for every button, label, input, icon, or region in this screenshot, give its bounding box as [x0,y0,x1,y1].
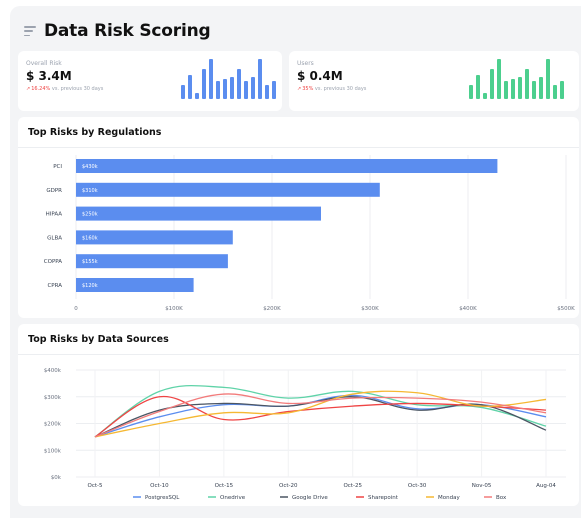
y-category-label: HIPAA [46,212,63,218]
legend-label: Google Drive [292,495,328,501]
sparkbar [490,69,494,99]
data-sources-card: Top Risks by Data Sources $0k $100k $200k $… [18,324,579,506]
legend-label: PostgresSQL [145,495,180,501]
kpi-change: ↗35% vs. previous 30 days [297,86,366,92]
kpi-delta: 35% [302,86,314,92]
bar-data-label: $155k [82,259,98,265]
page-title: Data Risk Scoring [44,21,211,41]
bar [76,206,321,221]
bar [76,159,498,173]
sparkbar [560,81,564,99]
y-tick-label: $0k [51,475,62,481]
x-tick-label: $300K [361,306,379,312]
x-tick-label: $400K [459,306,477,312]
x-tick-label: Oct-5 [88,483,103,489]
x-tick-label: Oct-15 [215,483,234,489]
menu-icon[interactable] [24,26,36,36]
header: Data Risk Scoring [24,20,211,42]
sparkbar [525,69,529,99]
sparkbar [476,75,480,99]
series-line [94,384,547,438]
legend-label: Onedrive [220,495,246,501]
series-line [94,390,547,438]
sparkbar [532,81,536,99]
y-category-label: GLBA [47,235,62,241]
y-tick-label: $400k [44,368,62,374]
x-tick-label: $200K [263,306,281,312]
sparkbar [223,79,227,99]
sparkbar [265,85,269,99]
sparkbar [504,81,508,99]
sparkbar [251,77,255,99]
x-tick-label: Oct-20 [279,483,298,489]
kpi-label: Overall Risk [26,60,62,67]
sparkbar [518,77,522,99]
x-tick-label: Oct-25 [343,483,362,489]
x-tick-label: Aug-04 [536,483,556,489]
sparkbar [209,59,213,99]
bar-data-label: $310k [82,188,98,194]
regulations-chart: 0 $100K $200K $300K $400K $500K PCI $430k GDPR $3… [44,155,575,312]
sparkbar [539,77,543,99]
kpi-card-overall-risk: Overall Risk $ 3.4M ↗16.24% vs. previous… [18,51,282,111]
bar-data-label: $250k [82,212,98,218]
sparkbar [546,59,550,99]
sparkbar [195,93,199,99]
sparkbar [258,59,262,99]
x-tick-label: Oct-30 [408,483,427,489]
kpi-value: $ 0.4M [297,69,343,83]
dashboard: Data Risk Scoring Overall Risk $ 3.4M ↗1… [10,6,581,518]
legend-label: Monday [438,495,460,501]
y-tick-label: $100k [44,448,62,454]
bar-data-label: $430k [82,164,98,170]
y-tick-label: $300k [44,395,62,401]
trend-up-icon: ↗ [26,86,31,92]
sparkbar [216,81,220,99]
legend-label: Box [496,495,507,501]
x-tick-label: Oct-10 [150,483,169,489]
series-line [94,396,547,438]
bar-data-label: $160k [82,235,98,241]
regulations-card: Top Risks by Regulations 0 $100K $200K $300… [18,117,579,318]
kpi-delta: 16.24% [31,86,51,92]
sparkbar [237,69,241,99]
sparkbar [483,93,487,99]
sparkbar [272,81,276,99]
bar-data-label: $120k [82,283,98,289]
sparkbar [202,69,206,99]
kpi-value: $ 3.4M [26,69,72,83]
kpi-card-users: Users $ 0.4M ↗35% vs. previous 30 days [289,51,579,111]
kpi-delta-suffix: vs. previous 30 days [51,86,104,92]
sparkbar [188,75,192,99]
data-sources-chart: $0k $100k $200k $300k $400k Oct-5 Oct-10 Oct-15… [44,368,566,501]
kpi-sparkbars [181,59,276,99]
bar [76,230,233,245]
legend-label: Sharepoint [368,495,399,501]
kpi-delta-suffix: vs. previous 30 days [314,86,367,92]
sparkbar [469,85,473,99]
sparkbar [230,77,234,99]
bar [76,254,228,269]
y-category-label: CPRA [47,283,62,289]
sparkbar [244,81,248,99]
x-tick-label: $100K [165,306,183,312]
sparkbar [497,59,501,99]
y-category-label: GDPR [46,188,62,194]
y-category-label: PCI [53,164,62,170]
y-category-label: COPPA [44,259,62,265]
kpi-change: ↗16.24% vs. previous 30 days [26,86,103,92]
trend-up-icon: ↗ [297,86,302,92]
x-tick-label: 0 [74,306,78,312]
kpi-label: Users [297,60,314,67]
y-tick-label: $200k [44,422,62,428]
kpi-sparkbars [469,59,564,99]
bar [76,182,380,197]
sparkbar [553,85,557,99]
x-tick-label: $500K [557,306,575,312]
sparkbar [511,79,515,99]
sparkbar [181,85,185,99]
x-tick-label: Nov-05 [472,483,492,489]
